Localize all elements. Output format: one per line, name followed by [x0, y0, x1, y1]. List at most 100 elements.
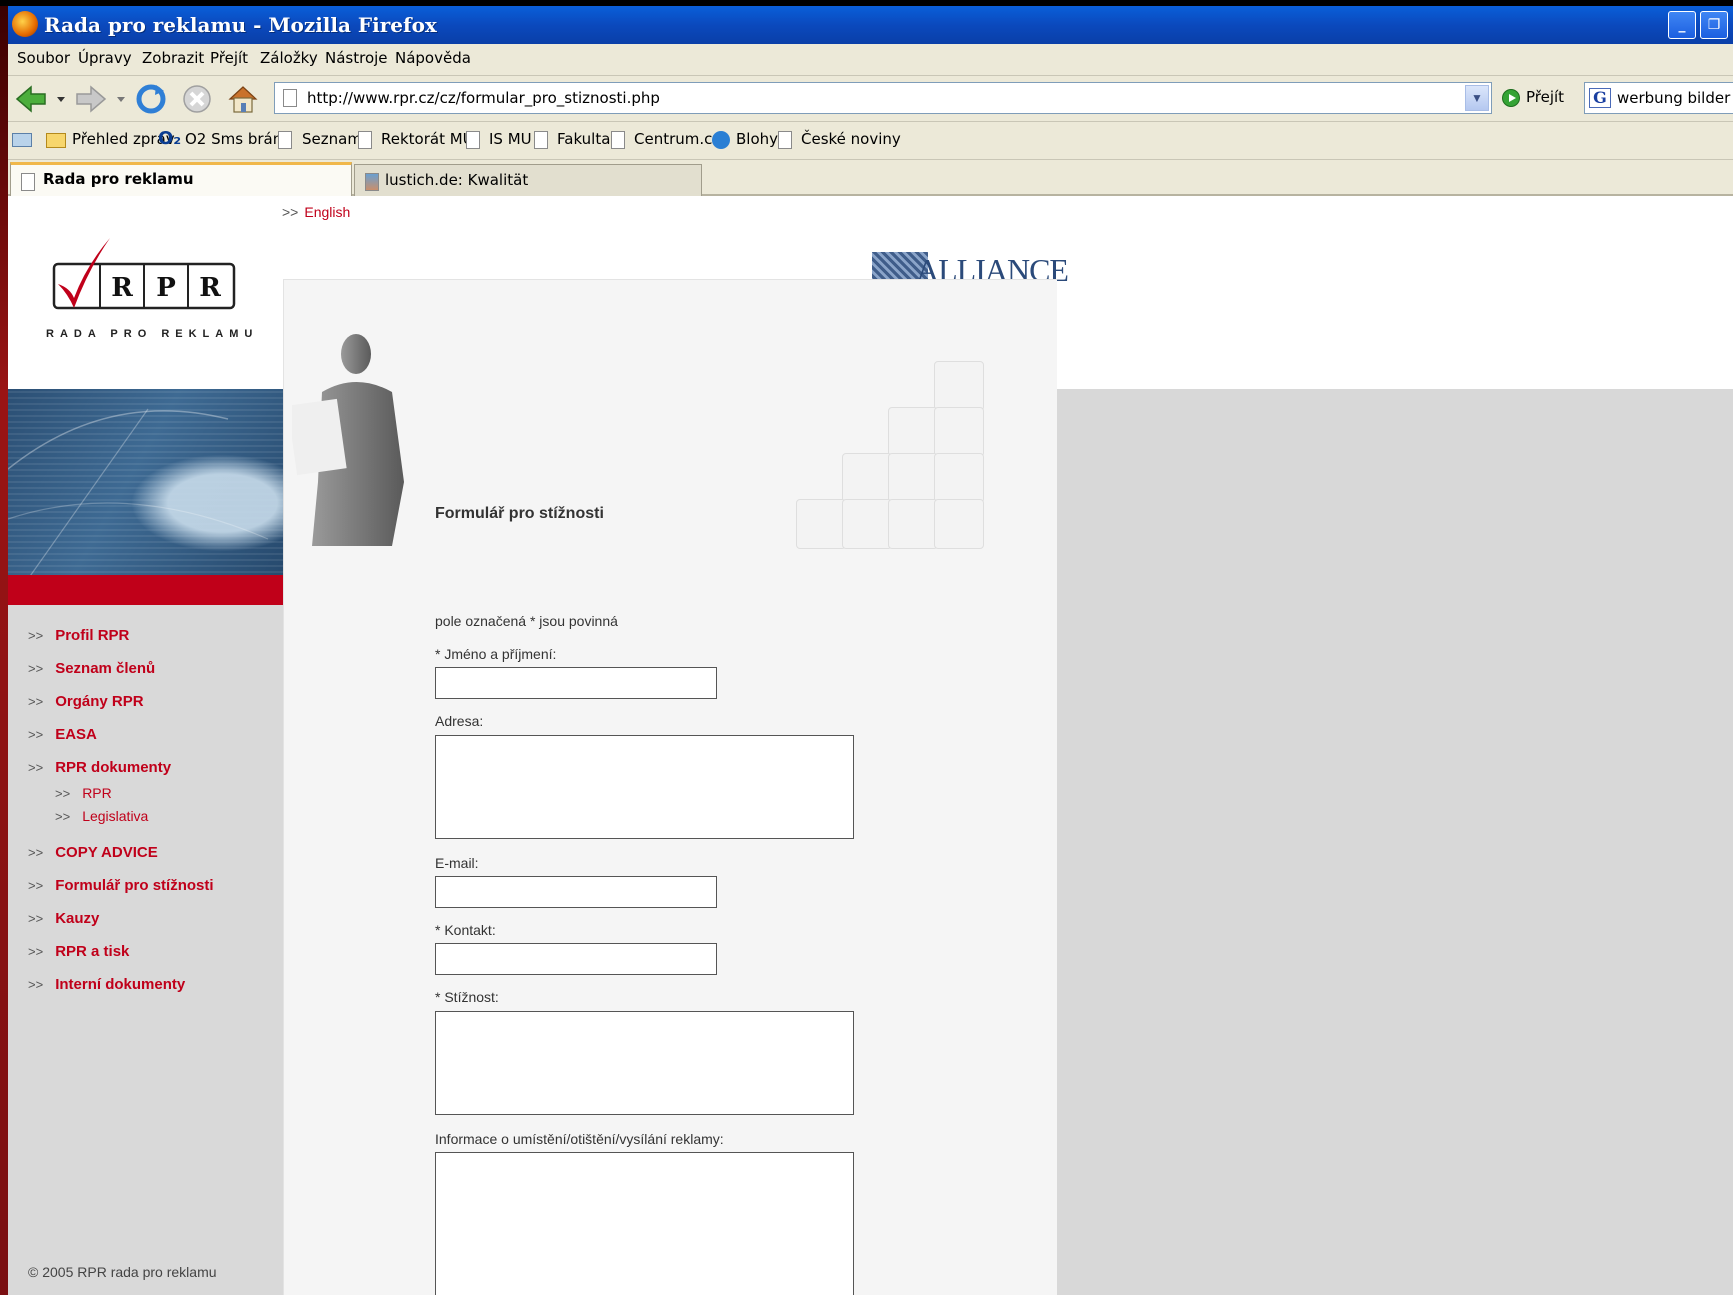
decor-square	[934, 499, 984, 549]
bookmark-is-mu[interactable]: IS MU	[466, 130, 536, 152]
decor-square	[888, 453, 938, 503]
restore-icon: ❐	[1707, 17, 1721, 33]
hero-red-stripe	[8, 575, 283, 605]
required-note: pole označená * jsou povinná	[435, 613, 618, 629]
nav-profil-rpr[interactable]: >> Profil RPR	[28, 627, 129, 644]
url-text[interactable]: http://www.rpr.cz/cz/formular_pro_stizno…	[307, 89, 660, 107]
menu-file[interactable]: Soubor	[17, 49, 70, 67]
go-button[interactable]: Přejít	[1498, 82, 1578, 114]
address-textarea[interactable]	[435, 735, 854, 839]
decor-square	[796, 499, 846, 549]
back-dropdown-icon[interactable]	[56, 94, 66, 104]
person-silhouette-image	[292, 334, 404, 546]
page-icon	[283, 89, 297, 107]
info-textarea[interactable]	[435, 1152, 854, 1295]
menu-help[interactable]: Nápověda	[395, 49, 471, 67]
drupal-icon	[712, 131, 730, 149]
bookmark-fakulta[interactable]: Fakulta	[534, 130, 614, 152]
nav-rpr-dokumenty[interactable]: >> RPR dokumenty	[28, 759, 171, 776]
logo-letter-p: P	[156, 273, 176, 303]
decor-square	[842, 499, 892, 549]
page-icon	[21, 173, 35, 191]
email-label: E-mail:	[435, 855, 479, 871]
menu-go[interactable]: Přejít	[210, 49, 248, 67]
restore-button[interactable]: ❐	[1700, 11, 1728, 39]
tab-label: lustich.de: Kwalität	[385, 171, 529, 189]
search-input[interactable]: werbung bilder	[1617, 89, 1730, 107]
email-input[interactable]	[435, 876, 717, 908]
search-box[interactable]: G werbung bilder	[1584, 82, 1733, 114]
contact-label: * Kontakt:	[435, 922, 496, 938]
page-icon	[358, 131, 372, 149]
bookmark-centrum[interactable]: Centrum.cz	[611, 130, 720, 152]
back-arrow-icon[interactable]	[14, 82, 48, 116]
logo-letter-r2: R	[199, 273, 221, 303]
logo-subtitle: RADA PRO REKLAMU	[46, 328, 259, 340]
decor-square	[888, 407, 938, 457]
go-icon	[1502, 89, 1520, 107]
subnav-rpr[interactable]: >> RPR	[55, 785, 112, 801]
subnav-legislativa[interactable]: >> Legislativa	[55, 808, 148, 824]
nav-formular-pro-stiznosti[interactable]: >> Formulář pro stížnosti	[28, 877, 214, 894]
page-icon	[534, 131, 548, 149]
decor-square	[842, 453, 892, 503]
nav-seznam-clenu[interactable]: >> Seznam členů	[28, 660, 155, 677]
url-dropdown-icon[interactable]: ▼	[1465, 85, 1489, 111]
nav-copy-advice[interactable]: >> COPY ADVICE	[28, 844, 158, 861]
nav-interni-dokumenty[interactable]: >> Interní dokumenty	[28, 976, 185, 993]
complaint-label: * Stížnost:	[435, 989, 499, 1005]
favicon-icon	[365, 173, 379, 191]
bookmark-rektorat-mu[interactable]: Rektorát MU	[358, 130, 474, 152]
google-search-engine-icon[interactable]: G	[1589, 88, 1611, 108]
contact-input[interactable]	[435, 943, 717, 975]
tab-label: Rada pro reklamu	[43, 170, 194, 188]
menu-bookmarks[interactable]: Záložky	[260, 49, 318, 67]
page-icon	[611, 131, 625, 149]
navigation-toolbar: http://www.rpr.cz/cz/formular_pro_stizno…	[8, 76, 1733, 122]
window-title: Rada pro reklamu - Mozilla Firefox	[44, 13, 437, 37]
menu-bar: Soubor Úpravy Zobrazit Přejít Záložky Ná…	[8, 44, 1733, 76]
url-bar[interactable]: http://www.rpr.cz/cz/formular_pro_stizno…	[274, 82, 1492, 114]
desktop-background	[0, 6, 8, 1295]
stop-icon[interactable]	[180, 82, 214, 116]
tab-strip: Rada pro reklamu lustich.de: Kwalität	[8, 160, 1733, 196]
tab-rada-pro-reklamu[interactable]: Rada pro reklamu	[10, 162, 352, 196]
sidebar-nav: >> Profil RPR >> Seznam členů >> Orgány RPR…	[8, 605, 283, 1295]
name-label: * Jméno a příjmení:	[435, 646, 557, 662]
minimize-icon: _	[1678, 17, 1686, 33]
nav-organy-rpr[interactable]: >> Orgány RPR	[28, 693, 144, 710]
english-link[interactable]: >> English	[282, 204, 350, 220]
forward-arrow-icon[interactable]	[74, 82, 108, 116]
bookmarks-toolbar: Přehled zpráv O₂ O2 Sms brána Seznam Rekt…	[8, 122, 1733, 160]
page-icon	[778, 131, 792, 149]
copyright-text: © 2005 RPR rada pro reklamu	[28, 1264, 217, 1280]
menu-edit[interactable]: Úpravy	[78, 49, 132, 67]
feed-icon[interactable]	[12, 130, 36, 152]
hero-image	[8, 389, 283, 579]
minimize-button[interactable]: _	[1668, 11, 1696, 39]
menu-tools[interactable]: Nástroje	[325, 49, 388, 67]
nav-easa[interactable]: >> EASA	[28, 726, 97, 743]
bookmark-prehled-zprav[interactable]: Přehled zpráv	[46, 130, 175, 152]
bookmark-ceske-noviny[interactable]: České noviny	[778, 130, 901, 152]
menu-view[interactable]: Zobrazit	[142, 49, 204, 67]
tab-lustich[interactable]: lustich.de: Kwalität	[354, 164, 702, 196]
hero-lines	[8, 408, 269, 579]
address-label: Adresa:	[435, 713, 484, 729]
nav-kauzy[interactable]: >> Kauzy	[28, 910, 99, 927]
complaint-textarea[interactable]	[435, 1011, 854, 1115]
bookmark-blohy[interactable]: Blohy	[712, 130, 782, 152]
decor-square	[934, 361, 984, 411]
name-input[interactable]	[435, 667, 717, 699]
logo-letter-r1: R	[111, 273, 133, 303]
home-icon[interactable]	[226, 82, 260, 116]
bookmark-seznam[interactable]: Seznam	[278, 130, 362, 152]
reload-icon[interactable]	[134, 82, 168, 116]
nav-rpr-a-tisk[interactable]: >> RPR a tisk	[28, 943, 129, 960]
forward-dropdown-icon[interactable]	[116, 94, 126, 104]
bookmark-o2-sms[interactable]: O₂ O2 Sms brána	[158, 128, 291, 152]
window-titlebar[interactable]: Rada pro reklamu - Mozilla Firefox _ ❐	[8, 6, 1733, 44]
page-viewport: >> English R P R RADA PRO REKLAMU ALLIANC…	[8, 196, 1733, 1295]
decor-square	[888, 499, 938, 549]
content-panel: Formulář pro stížnosti pole označená * j…	[283, 279, 1057, 1295]
